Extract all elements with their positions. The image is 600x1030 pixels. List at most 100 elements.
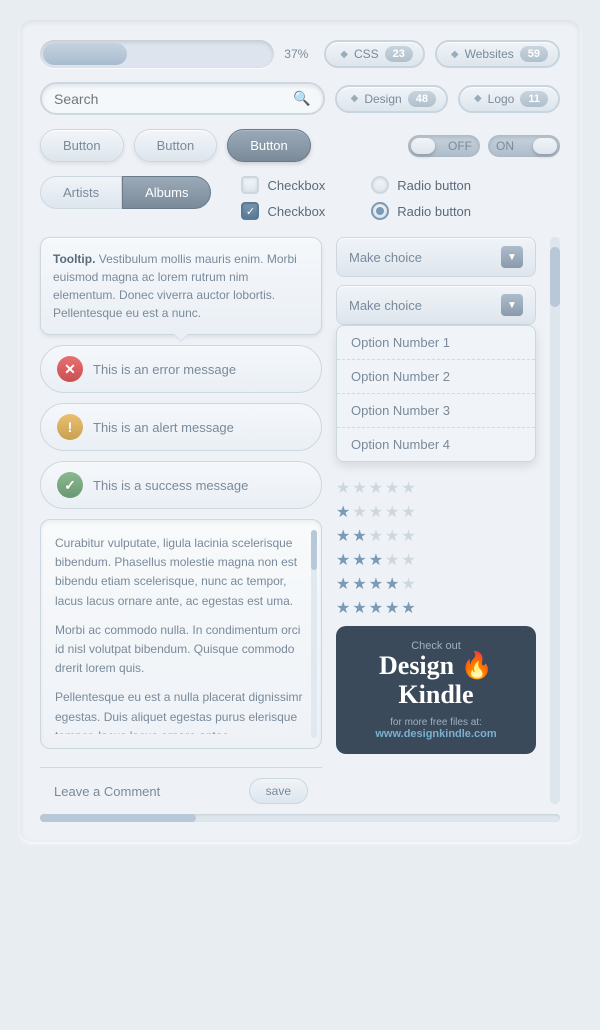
star: ★ — [385, 526, 399, 546]
button-3[interactable]: Button — [227, 129, 311, 162]
alert-warn: ! This is an alert message — [40, 403, 322, 451]
tag-design-arrow: ◆ — [351, 93, 359, 104]
dropdown-item-2[interactable]: Option Number 2 — [337, 360, 535, 394]
success-icon: ✓ — [57, 472, 83, 498]
comment-scrollbar[interactable] — [311, 530, 317, 738]
star: ★ — [336, 598, 350, 618]
star: ★ — [385, 502, 399, 522]
stars-row-5[interactable]: ★ ★ ★ ★ ★ — [336, 598, 536, 618]
tag-design[interactable]: ◆ Design 48 — [335, 85, 448, 113]
toggle-off[interactable]: OFF — [408, 135, 480, 157]
button-2[interactable]: Button — [134, 129, 218, 162]
stars-row-3[interactable]: ★ ★ ★ ★ ★ — [336, 550, 536, 570]
star: ★ — [336, 574, 350, 594]
search-input[interactable] — [54, 91, 293, 107]
success-message: This is a success message — [93, 478, 248, 493]
comment-footer-label: Leave a Comment — [54, 784, 160, 799]
comment-text: Curabitur vulputate, ligula lacinia scel… — [55, 534, 307, 734]
stars-row-0[interactable]: ★ ★ ★ ★ ★ — [336, 478, 536, 498]
vertical-scrollbar[interactable] — [550, 237, 560, 804]
comment-footer: Leave a Comment save — [40, 767, 322, 804]
dropdown-2[interactable]: Make choice ▼ — [336, 285, 536, 325]
progress-label: 37% — [284, 47, 314, 61]
checkbox-2-label: Checkbox — [267, 204, 325, 219]
error-icon: ✕ — [57, 356, 83, 382]
radio-2-label: Radio button — [397, 204, 471, 219]
star: ★ — [385, 550, 399, 570]
tag-design-label: Design — [364, 92, 401, 106]
tag-websites-label: Websites — [465, 47, 514, 61]
dropdown-1[interactable]: Make choice ▼ — [336, 237, 536, 277]
star: ★ — [369, 550, 383, 570]
toggle-on[interactable]: ON — [488, 135, 560, 157]
tooltip-bold: Tooltip. — [53, 252, 95, 266]
star: ★ — [352, 550, 366, 570]
star: ★ — [336, 550, 350, 570]
checkbox-2[interactable] — [241, 202, 259, 220]
tab-artists[interactable]: Artists — [40, 176, 122, 209]
star: ★ — [385, 478, 399, 498]
star: ★ — [352, 598, 366, 618]
bottom-scrollbar[interactable] — [40, 814, 560, 822]
save-button[interactable]: save — [249, 778, 308, 804]
tag-logo-arrow: ◆ — [474, 93, 482, 104]
star: ★ — [352, 574, 366, 594]
dk-title: Design 🔥 Kindle — [350, 652, 522, 709]
bottom-scrollbar-thumb — [40, 814, 196, 822]
star: ★ — [369, 502, 383, 522]
warn-message: This is an alert message — [93, 420, 234, 435]
button-1[interactable]: Button — [40, 129, 124, 162]
tag-css[interactable]: ◆ CSS 23 — [324, 40, 425, 68]
dk-subtitle: for more free files at: — [350, 717, 522, 728]
error-message: This is an error message — [93, 362, 236, 377]
star: ★ — [352, 502, 366, 522]
star: ★ — [336, 526, 350, 546]
tabs: Artists Albums — [40, 176, 211, 209]
tag-logo[interactable]: ◆ Logo 11 — [458, 85, 560, 113]
star: ★ — [385, 598, 399, 618]
toggle-off-label: OFF — [448, 139, 472, 153]
dropdown-1-arrow: ▼ — [501, 246, 523, 268]
dropdown-1-label: Make choice — [349, 250, 422, 265]
comment-box: Curabitur vulputate, ligula lacinia scel… — [40, 519, 322, 749]
stars-row-1[interactable]: ★ ★ ★ ★ ★ — [336, 502, 536, 522]
tag-logo-count: 11 — [520, 91, 548, 107]
star: ★ — [369, 574, 383, 594]
star: ★ — [369, 478, 383, 498]
tag-logo-label: Logo — [488, 92, 515, 106]
stars-container: ★ ★ ★ ★ ★ ★ ★ ★ ★ ★ ★ ★ ★ — [336, 478, 536, 618]
tag-design-count: 48 — [408, 91, 436, 107]
tag-css-count: 23 — [385, 46, 413, 62]
radio-1[interactable] — [371, 176, 389, 194]
star: ★ — [401, 574, 415, 594]
dk-flame: 🔥 — [461, 651, 493, 680]
stars-row-4[interactable]: ★ ★ ★ ★ ★ — [336, 574, 536, 594]
star: ★ — [401, 526, 415, 546]
checkbox-1[interactable] — [241, 176, 259, 194]
star: ★ — [385, 574, 399, 594]
alert-success: ✓ This is a success message — [40, 461, 322, 509]
search-container: 🔍 — [40, 82, 325, 115]
radio-1-label: Radio button — [397, 178, 471, 193]
design-kindle-ad[interactable]: Check out Design 🔥 Kindle for more free … — [336, 626, 536, 754]
tooltip-arrow-inner — [174, 334, 188, 341]
toggle-on-label: ON — [496, 139, 514, 153]
star: ★ — [352, 478, 366, 498]
vertical-scrollbar-thumb — [550, 247, 560, 307]
search-icon[interactable]: 🔍 — [293, 90, 310, 107]
dropdown-2-list: Option Number 1 Option Number 2 Option N… — [336, 325, 536, 462]
tag-websites-arrow: ◆ — [451, 49, 459, 60]
dk-title-line1: Design — [379, 651, 454, 680]
tag-websites[interactable]: ◆ Websites 59 — [435, 40, 560, 68]
stars-row-2[interactable]: ★ ★ ★ ★ ★ — [336, 526, 536, 546]
dropdown-item-1[interactable]: Option Number 1 — [337, 326, 535, 360]
comment-scrollbar-thumb — [311, 530, 317, 570]
tag-arrow-left: ◆ — [340, 49, 348, 60]
radio-2[interactable] — [371, 202, 389, 220]
dropdown-item-3[interactable]: Option Number 3 — [337, 394, 535, 428]
star: ★ — [401, 550, 415, 570]
dropdown-item-4[interactable]: Option Number 4 — [337, 428, 535, 461]
warn-icon: ! — [57, 414, 83, 440]
tab-albums[interactable]: Albums — [122, 176, 211, 209]
star: ★ — [336, 502, 350, 522]
